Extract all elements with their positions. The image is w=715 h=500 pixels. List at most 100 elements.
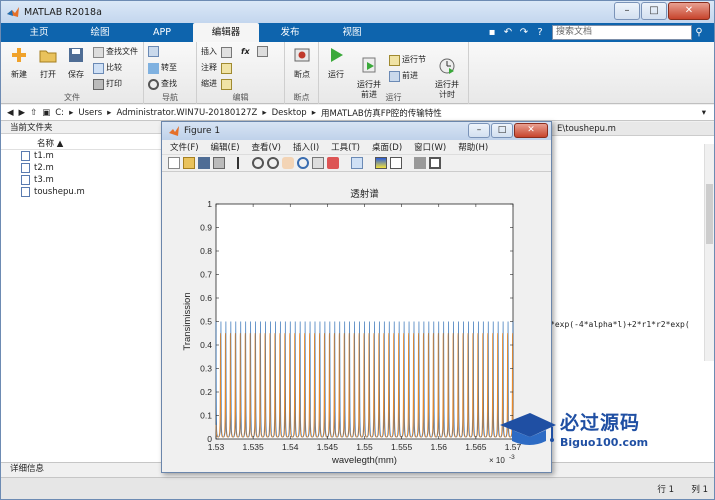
browse-folder-icon[interactable]: ▣: [42, 108, 50, 118]
back-arrow-icon[interactable]: ◀: [7, 108, 14, 118]
link-plot-icon[interactable]: [351, 157, 363, 169]
figure-menu-item[interactable]: 帮助(H): [458, 141, 488, 153]
colorbar-icon[interactable]: [375, 157, 387, 169]
run-button[interactable]: 运行: [322, 45, 350, 80]
advance-label: 前进: [402, 71, 418, 80]
minimize-button[interactable]: –: [614, 2, 640, 20]
tab-0[interactable]: 主页: [9, 23, 69, 42]
goto-button[interactable]: 转至: [148, 62, 177, 74]
name-column-header[interactable]: 名称 ▲: [1, 138, 162, 150]
find-button[interactable]: 查找: [148, 78, 177, 90]
path-part[interactable]: Users: [78, 108, 102, 118]
file-group-label: 文件: [64, 93, 80, 102]
file-item[interactable]: t3.m: [1, 174, 162, 186]
figure-menu-item[interactable]: 工具(T): [331, 141, 360, 153]
address-dropdown-icon[interactable]: ▾: [702, 108, 706, 118]
rotate-icon[interactable]: [297, 157, 309, 169]
plot-area: 1.53 1.535 1.54 1.545 1.55 1.555 1.56 1.565 1.57…: [162, 174, 551, 472]
pan-icon[interactable]: [282, 157, 294, 169]
breakpoints-button[interactable]: 断点: [288, 45, 316, 80]
zoom-in-icon[interactable]: [252, 157, 264, 169]
pointer-icon[interactable]: [237, 157, 249, 169]
save-icon[interactable]: ▪: [485, 26, 499, 40]
save-button[interactable]: 保存: [62, 45, 90, 80]
figure-close-button[interactable]: ✕: [514, 123, 548, 138]
print-button[interactable]: 打印: [93, 78, 122, 90]
comment-button[interactable]: 注释: [201, 62, 234, 74]
print-figure-icon[interactable]: [213, 157, 225, 169]
tab-1[interactable]: 绘图: [69, 23, 131, 42]
hide-tools-icon[interactable]: [414, 157, 426, 169]
run-label: 运行: [328, 70, 344, 79]
figure-minimize-button[interactable]: –: [468, 123, 490, 138]
open-button[interactable]: 打开: [34, 45, 62, 80]
help-icon[interactable]: ?: [533, 26, 547, 40]
watermark: 必过源码 Biguo100.com: [496, 405, 648, 451]
insert-function-button[interactable]: fx: [241, 46, 250, 58]
file-name: t1.m: [34, 151, 54, 161]
figure-title-bar: Figure 1 – □ ✕: [162, 122, 551, 140]
undo-icon[interactable]: ↶: [501, 26, 515, 40]
x-tick-label: 1.565: [465, 442, 487, 452]
figure-menu-item[interactable]: 查看(V): [252, 141, 281, 153]
search-icon[interactable]: ⚲: [692, 26, 706, 40]
data-cursor-icon[interactable]: [312, 157, 324, 169]
new-button[interactable]: 新建: [5, 45, 33, 80]
run-icon: [331, 48, 343, 62]
path-part[interactable]: Desktop: [272, 108, 307, 118]
file-item[interactable]: t1.m: [1, 150, 162, 162]
x-tick-label: 1.55: [356, 442, 373, 452]
insert-button[interactable]: 插入: [201, 46, 234, 58]
run-section-button[interactable]: 运行节: [389, 54, 426, 66]
figure-menu-item[interactable]: 窗口(W): [414, 141, 446, 153]
path-part[interactable]: 用MATLAB仿真FP腔的传输特性: [321, 107, 442, 119]
tab-5[interactable]: 视图: [321, 23, 383, 42]
file-item[interactable]: t2.m: [1, 162, 162, 174]
up-folder-icon[interactable]: ⇧: [30, 108, 37, 118]
transmission-chart[interactable]: 1.53 1.535 1.54 1.545 1.55 1.555 1.56 1.565 1.57…: [162, 174, 551, 472]
maximize-button[interactable]: □: [641, 2, 667, 20]
figure-menu-item[interactable]: 编辑(E): [211, 141, 240, 153]
legend-icon[interactable]: [390, 157, 402, 169]
property-editor-icon[interactable]: [429, 157, 441, 169]
open-file-icon[interactable]: [183, 157, 195, 169]
brush-icon[interactable]: [327, 157, 339, 169]
figure-maximize-button[interactable]: □: [491, 123, 513, 138]
indent-button[interactable]: 缩进: [201, 78, 234, 90]
comment-label: 注释: [201, 63, 217, 72]
y-tick-label: 0.6: [200, 293, 212, 303]
current-folder-title: 当前文件夹: [1, 122, 162, 134]
redo-icon[interactable]: ↷: [517, 26, 531, 40]
tab-2[interactable]: APP: [131, 23, 193, 42]
path-separator: ▸: [69, 107, 74, 118]
figure-menu-item[interactable]: 文件(F): [170, 141, 199, 153]
editor-ribbon: 新建 打开 保存 查找文件 比较 打印 文件 转至 查找 导航 插入 注释 缩进: [1, 42, 714, 104]
compare-label: 比较: [106, 63, 122, 72]
new-figure-icon[interactable]: [168, 157, 180, 169]
figure-menu-item[interactable]: 桌面(D): [372, 141, 402, 153]
run-group: 运行 运行并 前进 运行节 前进 运行并 计时 运行: [319, 42, 469, 104]
forward-arrow-icon[interactable]: ▶: [19, 108, 26, 118]
scroll-thumb[interactable]: [706, 184, 713, 244]
save-figure-icon[interactable]: [198, 157, 210, 169]
advance-button[interactable]: 前进: [389, 70, 418, 82]
m-file-icon: [21, 163, 30, 173]
edit-tool-button[interactable]: [257, 46, 270, 57]
drive-label[interactable]: C:: [55, 108, 64, 118]
path-part[interactable]: Administrator.WIN7U-20180127Z: [116, 108, 257, 118]
search-docs-input[interactable]: 搜索文档: [552, 25, 692, 40]
file-item[interactable]: toushepu.m: [1, 186, 162, 198]
find-files-button[interactable]: 查找文件: [93, 46, 138, 58]
figure-menu-item[interactable]: 插入(I): [293, 141, 319, 153]
editor-tab[interactable]: E\toushepu.m: [550, 122, 714, 136]
compare-button[interactable]: 比较: [93, 62, 122, 74]
nav-back-button[interactable]: [148, 46, 161, 57]
editor-scrollbar[interactable]: [704, 144, 714, 374]
m-file-icon: [21, 151, 30, 161]
tab-3[interactable]: 编辑器: [193, 23, 259, 42]
col-label: 列: [691, 485, 700, 495]
close-button[interactable]: ✕: [668, 2, 710, 20]
tab-4[interactable]: 发布: [259, 23, 321, 42]
breakpoints-label: 断点: [294, 70, 310, 79]
zoom-out-icon[interactable]: [267, 157, 279, 169]
